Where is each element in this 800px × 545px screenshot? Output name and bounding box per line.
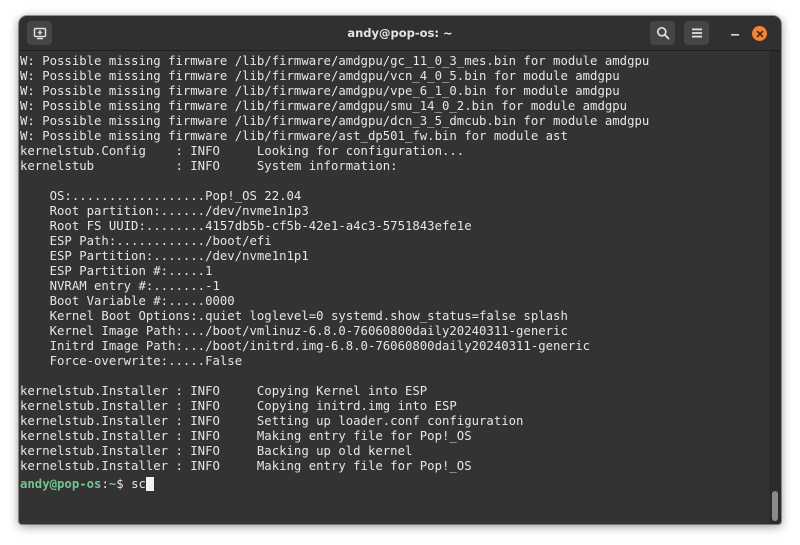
output-line: W: Possible missing firmware /lib/firmwa… (20, 54, 650, 68)
close-button[interactable] (752, 26, 767, 41)
output-line: ESP Partition #:.....1 (20, 264, 213, 278)
scrollbar[interactable] (769, 51, 781, 524)
terminal-output[interactable]: W: Possible missing firmware /lib/firmwa… (19, 51, 768, 524)
output-line: W: Possible missing firmware /lib/firmwa… (20, 69, 620, 83)
prompt-separator: : (101, 477, 109, 491)
output-line: W: Possible missing firmware /lib/firmwa… (20, 84, 620, 98)
new-tab-button[interactable] (27, 21, 52, 45)
minimize-icon (731, 34, 739, 36)
hamburger-menu-icon (691, 28, 702, 38)
output-line: kernelstub.Config : INFO Looking for con… (20, 144, 465, 158)
output-line: ESP Path:............/boot/efi (20, 234, 272, 248)
close-icon (756, 30, 763, 37)
output-line: ESP Partition:......./dev/nvme1n1p1 (20, 249, 309, 263)
search-button[interactable] (650, 21, 675, 45)
output-line: kernelstub.Installer : INFO Copying Kern… (20, 384, 428, 398)
output-line: kernelstub.Installer : INFO Backing up o… (20, 444, 413, 458)
scrollbar-thumb[interactable] (772, 491, 778, 521)
output-line: Root partition:....../dev/nvme1n1p3 (20, 204, 309, 218)
terminal-window: andy@pop-os: ~ W: Possible missing firmw… (19, 16, 781, 524)
menu-button[interactable] (684, 21, 709, 45)
search-icon (656, 26, 669, 40)
new-tab-icon (33, 27, 46, 40)
output-line: kernelstub.Installer : INFO Making entry… (20, 459, 472, 473)
output-line: kernelstub.Installer : INFO Making entry… (20, 429, 472, 443)
output-line: Initrd Image Path:.../boot/initrd.img-6.… (20, 339, 591, 353)
prompt-symbol: $ (116, 477, 132, 491)
output-line: Root FS UUID:........4157db5b-cf5b-42e1-… (20, 219, 472, 233)
title-bar[interactable]: andy@pop-os: ~ (19, 16, 781, 51)
minimize-button[interactable] (723, 21, 747, 45)
prompt-line[interactable]: andy@pop-os:~$ sc (20, 477, 154, 492)
output-line: W: Possible missing firmware /lib/firmwa… (20, 129, 568, 143)
output-line: Kernel Image Path:.../boot/vmlinuz-6.8.0… (20, 324, 568, 338)
output-line: Kernel Boot Options:.quiet loglevel=0 sy… (20, 309, 568, 323)
output-line: Force-overwrite:.....False (20, 354, 243, 368)
output-line: W: Possible missing firmware /lib/firmwa… (20, 114, 650, 128)
text-cursor (145, 477, 154, 491)
output-line: kernelstub.Installer : INFO Setting up l… (20, 414, 524, 428)
output-line: OS:..................Pop!_OS 22.04 (20, 189, 302, 203)
output-line: NVRAM entry #:.......-1 (20, 279, 220, 293)
output-line: kernelstub : INFO System information: (20, 159, 398, 173)
output-line: Boot Variable #:.....0000 (20, 294, 235, 308)
prompt-user-host: andy@pop-os (20, 477, 102, 491)
command-input[interactable]: sc (131, 477, 146, 491)
output-line: kernelstub.Installer : INFO Copying init… (20, 399, 457, 413)
output-line: W: Possible missing firmware /lib/firmwa… (20, 99, 628, 113)
